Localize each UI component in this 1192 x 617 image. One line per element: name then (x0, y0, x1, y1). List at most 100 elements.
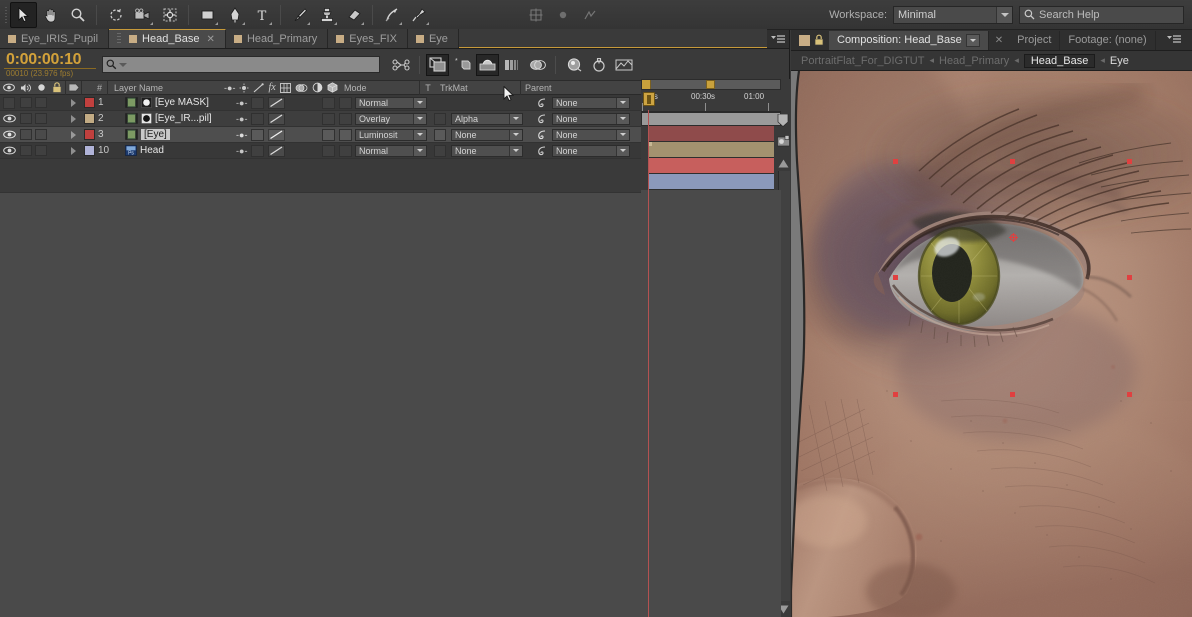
time-ruler[interactable]: 00s 00:30s 01:00 (641, 90, 781, 112)
layer-expand-arrow[interactable] (66, 143, 80, 159)
puppet-pin-tool-icon[interactable] (405, 2, 432, 28)
rotation-tool-icon[interactable] (102, 2, 129, 28)
frame-blending-button[interactable] (476, 53, 499, 76)
timeline-panel-menu-icon[interactable] (767, 29, 789, 48)
time-navigator-bar[interactable] (641, 79, 781, 90)
chevron-down-icon[interactable] (413, 113, 426, 124)
composition-canvas[interactable] (791, 71, 1192, 617)
layer-expand-arrow[interactable] (66, 95, 80, 111)
layer-trkmat-cell[interactable]: None (448, 127, 533, 143)
selection-tool-icon[interactable] (10, 1, 37, 28)
layer-duration-bar[interactable] (648, 142, 774, 158)
layer-trkmat-cell[interactable] (448, 95, 533, 111)
chevron-down-icon[interactable] (509, 129, 522, 140)
tab-footage[interactable]: Footage: (none) (1060, 30, 1156, 50)
chevron-down-icon[interactable] (965, 33, 980, 47)
hide-shy-layers-button[interactable]: * (451, 54, 474, 76)
quality-switch[interactable] (251, 128, 265, 141)
anchor-point-marker[interactable] (1009, 233, 1018, 242)
layer-name-cell[interactable]: [Eye] (120, 127, 232, 143)
zoom-tool-icon[interactable] (64, 2, 91, 28)
layer-mode-cell[interactable]: Overlay (352, 111, 432, 127)
pan-behind-tool-icon[interactable] (156, 2, 183, 28)
layer-t-cell[interactable] (432, 127, 448, 143)
motion-blur-switch[interactable] (322, 128, 336, 141)
adjustment-switch[interactable] (339, 96, 352, 109)
scroll-up-arrow[interactable] (778, 159, 789, 168)
chevron-down-icon[interactable] (996, 6, 1012, 23)
selection-handle[interactable] (1127, 275, 1132, 280)
layer-solo-toggle[interactable] (34, 127, 48, 143)
chevron-down-icon[interactable] (509, 145, 522, 156)
breadcrumb-item-portraitflat[interactable]: PortraitFlat_For_DIGTUT (801, 55, 924, 67)
anchor-switch-icon[interactable]: -●- (236, 98, 247, 108)
layer-mode-cell[interactable]: Luminosit (352, 127, 432, 143)
lock-icon[interactable] (813, 34, 825, 46)
layer-switches[interactable]: -●- (232, 143, 352, 159)
search-help-input[interactable]: Search Help (1019, 5, 1184, 24)
layer-parent-cell[interactable]: None (533, 127, 643, 143)
timeline-tab-eye[interactable]: Eye (407, 29, 459, 48)
timeline-tab-eyes-fix[interactable]: Eyes_FIX (328, 29, 408, 48)
pickwhip-icon[interactable] (536, 113, 548, 125)
layer-switches[interactable]: -●- (232, 111, 352, 127)
type-tool-icon[interactable]: T (248, 2, 275, 28)
layer-label-color[interactable] (80, 143, 98, 159)
navigator-start-handle[interactable] (642, 80, 651, 89)
workspace-select[interactable]: Minimal (893, 5, 1013, 24)
anchor-switch-icon[interactable]: -●- (236, 146, 247, 156)
anchor-switch-icon[interactable]: -●- (236, 130, 247, 140)
chevron-down-icon[interactable] (413, 145, 426, 156)
snapping-toggle-icon[interactable] (549, 2, 576, 28)
layer-expand-arrow[interactable] (66, 127, 80, 143)
toolbar-grip[interactable] (2, 4, 10, 26)
composition-panel-menu-icon[interactable] (1167, 34, 1181, 47)
layer-trkmat-cell[interactable]: None (448, 143, 533, 159)
selection-handle[interactable] (893, 392, 898, 397)
draft-3d-button[interactable] (426, 53, 449, 76)
timeline-empty-area[interactable] (0, 192, 641, 617)
shape-tool-icon[interactable] (194, 2, 221, 28)
brush-tool-icon[interactable] (286, 2, 313, 28)
chevron-down-icon[interactable] (413, 97, 426, 108)
layer-expand-arrow[interactable] (66, 111, 80, 127)
brainstorm-button[interactable] (526, 54, 549, 76)
layer-audio-toggle[interactable] (18, 95, 34, 111)
auto-keyframe-button[interactable] (587, 54, 610, 76)
motion-blur-button[interactable] (501, 54, 524, 76)
trkmat-dropdown[interactable]: Alpha (451, 112, 523, 125)
layer-lock-toggle[interactable] (48, 111, 66, 127)
composition-mini-flowchart-button[interactable] (390, 54, 413, 76)
breadcrumb-item-head-base[interactable]: Head_Base (1023, 53, 1096, 68)
layer-search-input[interactable] (102, 56, 380, 73)
layer-t-cell[interactable] (432, 143, 448, 159)
layer-duration-bar[interactable] (648, 174, 774, 190)
parent-dropdown[interactable]: None (552, 144, 630, 157)
selection-handle[interactable] (893, 159, 898, 164)
blend-mode-dropdown[interactable]: Overlay (355, 112, 427, 125)
close-icon[interactable]: ✕ (995, 35, 1003, 46)
layer-parent-cell[interactable]: None (533, 111, 643, 127)
pickwhip-icon[interactable] (536, 145, 548, 157)
blend-mode-dropdown[interactable]: Normal (355, 96, 427, 109)
layer-name[interactable]: [Eye] (141, 129, 170, 140)
motion-blur-switch[interactable] (322, 112, 336, 125)
layer-visibility-toggle[interactable] (0, 127, 18, 143)
chevron-down-icon[interactable] (616, 129, 629, 140)
layer-visibility-toggle[interactable] (0, 143, 18, 159)
align-icon[interactable] (576, 2, 603, 28)
layer-name-cell[interactable]: [Eye MASK] (120, 95, 232, 111)
timeline-tab-head-base[interactable]: Head_Base ✕ (109, 29, 226, 48)
close-icon[interactable]: ✕ (207, 34, 215, 45)
layer-visibility-toggle[interactable] (0, 95, 18, 111)
layer-label-color[interactable] (80, 95, 98, 111)
layer-audio-toggle[interactable] (18, 127, 34, 143)
anchor-switch-icon[interactable]: -●- (236, 114, 247, 124)
layer-mode-cell[interactable]: Normal (352, 95, 432, 111)
parent-dropdown[interactable]: None (552, 112, 630, 125)
chevron-down-icon[interactable] (413, 129, 426, 140)
layer-solo-toggle[interactable] (34, 143, 48, 159)
quality-switch[interactable] (251, 96, 265, 109)
parent-dropdown[interactable]: None (552, 96, 630, 109)
layer-lock-toggle[interactable] (48, 143, 66, 159)
